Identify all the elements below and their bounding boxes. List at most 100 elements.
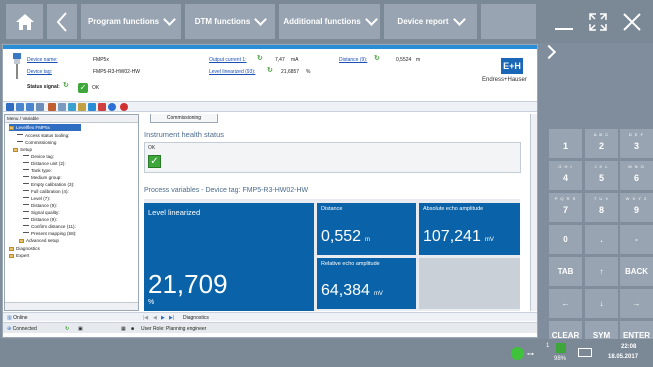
key-5[interactable]: J K L 5: [585, 161, 618, 190]
tree-item[interactable]: Signal quality:: [23, 209, 60, 216]
tree-item[interactable]: Medium group:: [23, 174, 62, 181]
home-button[interactable]: [6, 4, 43, 39]
distance-label[interactable]: Distance (9):: [339, 57, 367, 63]
refresh-icon[interactable]: ↻: [374, 54, 380, 62]
arrow-tool-icon[interactable]: [98, 103, 106, 111]
key-minus[interactable]: -: [620, 225, 653, 254]
key-7[interactable]: P Q R S 7: [549, 193, 582, 222]
key-right[interactable]: →: [620, 289, 653, 318]
help-icon[interactable]: [120, 103, 128, 111]
refresh-icon[interactable]: ↻: [257, 54, 263, 62]
refresh-icon[interactable]: ↻: [65, 325, 69, 333]
camera-tool-icon[interactable]: [68, 103, 76, 111]
table-tool-icon[interactable]: [26, 103, 34, 111]
tab-online[interactable]: ▥ Online: [7, 314, 28, 322]
bucket-tool-icon[interactable]: [88, 103, 96, 111]
key-sub-label: M N O: [628, 164, 645, 169]
close-button[interactable]: [615, 4, 648, 39]
empty-toolbar-button[interactable]: [481, 4, 536, 39]
key-1[interactable]: 1: [549, 129, 582, 158]
arrow-left-icon: ←: [561, 299, 570, 308]
dtm-functions-menu[interactable]: DTM functions: [185, 4, 275, 39]
nav-prev-icon[interactable]: ◀: [153, 314, 157, 322]
clock-time: 22:08: [621, 344, 637, 350]
tree-item[interactable]: Level (7):: [23, 195, 50, 202]
nav-next-icon[interactable]: ▶: [161, 314, 165, 322]
device-name-label[interactable]: Device name:: [27, 57, 58, 63]
key-dot[interactable]: .: [585, 225, 618, 254]
tile-value: 64,384: [321, 282, 370, 299]
program-functions-menu[interactable]: Program functions: [81, 4, 181, 39]
tab-commissioning[interactable]: Commissioning: [150, 114, 218, 123]
tree-horizontal-scrollbar[interactable]: [5, 302, 138, 310]
tree-item[interactable]: Present mapping (58):: [23, 230, 76, 237]
key-sub-label: A B C: [593, 132, 610, 137]
keyboard-icon[interactable]: [578, 348, 592, 357]
key-down[interactable]: ↓: [585, 289, 618, 318]
menu-label: Additional functions: [283, 17, 361, 26]
tree-item[interactable]: Distance (9):: [23, 216, 57, 223]
tree-item-label: Distance (9):: [31, 217, 58, 222]
tree-item[interactable]: Setup: [13, 146, 32, 153]
online-icon: ▥: [7, 315, 12, 321]
grid-tool-icon[interactable]: [58, 103, 66, 111]
key-6[interactable]: M N O 6: [620, 161, 653, 190]
tree-item[interactable]: Expert: [9, 252, 29, 259]
tree-item-label: Full calibration (4):: [31, 189, 69, 194]
refresh-icon[interactable]: ↻: [63, 81, 69, 89]
device-probe-icon: [13, 53, 21, 79]
tools-tool-icon[interactable]: [48, 103, 56, 111]
output-current-label[interactable]: Output current 1:: [209, 57, 247, 63]
nav-first-icon[interactable]: |◀: [143, 314, 148, 322]
tree-item[interactable]: Levelflex FMP5x: [9, 124, 81, 131]
edit-tool-icon[interactable]: [78, 103, 86, 111]
lock-icon[interactable]: ▣: [78, 325, 83, 333]
info-icon[interactable]: [108, 103, 116, 111]
status-led-icon[interactable]: [511, 347, 524, 360]
nav-last-icon[interactable]: ▶|: [169, 314, 174, 322]
restore-button[interactable]: [581, 4, 614, 39]
list-tool-icon[interactable]: [36, 103, 44, 111]
key-8[interactable]: T U V 8: [585, 193, 618, 222]
usb-icon[interactable]: ⊶: [527, 350, 534, 358]
device-tag-label[interactable]: Device tag:: [27, 69, 52, 75]
key-4[interactable]: G H I 4: [549, 161, 582, 190]
tile-value-row: 107,241 mV: [423, 228, 494, 246]
key-tab[interactable]: TAB: [549, 257, 582, 286]
tree-item[interactable]: Distance unit (2):: [23, 160, 66, 167]
tree-item[interactable]: Advanced setup: [19, 237, 59, 244]
key-up[interactable]: ↑: [585, 257, 618, 286]
chevron-right-icon[interactable]: [541, 44, 557, 60]
tree-item[interactable]: Distance (9):: [23, 202, 57, 209]
folder-icon: [19, 238, 24, 243]
tree-item[interactable]: Diagnostics: [9, 245, 40, 252]
back-button[interactable]: [47, 4, 77, 39]
parameter-icon: [23, 225, 29, 228]
tree-item[interactable]: Empty calibration (3):: [23, 181, 74, 188]
tree-item[interactable]: Full calibration (4):: [23, 188, 69, 195]
home-tool-icon[interactable]: [6, 103, 14, 111]
window-tool-icon[interactable]: [16, 103, 24, 111]
key-left[interactable]: ←: [549, 289, 582, 318]
key-back[interactable]: BACK: [620, 257, 653, 286]
tree-item[interactable]: Device tag:: [23, 153, 54, 160]
device-report-menu[interactable]: Device report: [384, 4, 477, 39]
tree-item[interactable]: Tank type:: [23, 167, 52, 174]
tree-item[interactable]: Access status tooling:: [17, 132, 69, 139]
minimize-button[interactable]: [547, 4, 580, 39]
key-3[interactable]: D E F 3: [620, 129, 653, 158]
tile-value-row: 64,384 mV: [321, 282, 383, 300]
tree-item[interactable]: Commissioning: [17, 139, 56, 146]
key-0[interactable]: 0: [549, 225, 582, 254]
battery-icon[interactable]: [556, 343, 566, 353]
refresh-icon[interactable]: ↻: [267, 66, 273, 74]
level-linearized-label[interactable]: Level linearized (93):: [209, 69, 255, 75]
key-label: .: [600, 235, 603, 244]
tab-diagnostics[interactable]: Diagnostics: [183, 314, 209, 322]
key-9[interactable]: W X Y Z 9: [620, 193, 653, 222]
key-2[interactable]: A B C 2: [585, 129, 618, 158]
tree-item[interactable]: Confirm distance (11):: [23, 223, 76, 230]
health-ok-icon: ✓: [148, 155, 161, 168]
content-vertical-scrollbar[interactable]: [530, 114, 537, 311]
additional-functions-menu[interactable]: Additional functions: [279, 4, 380, 39]
